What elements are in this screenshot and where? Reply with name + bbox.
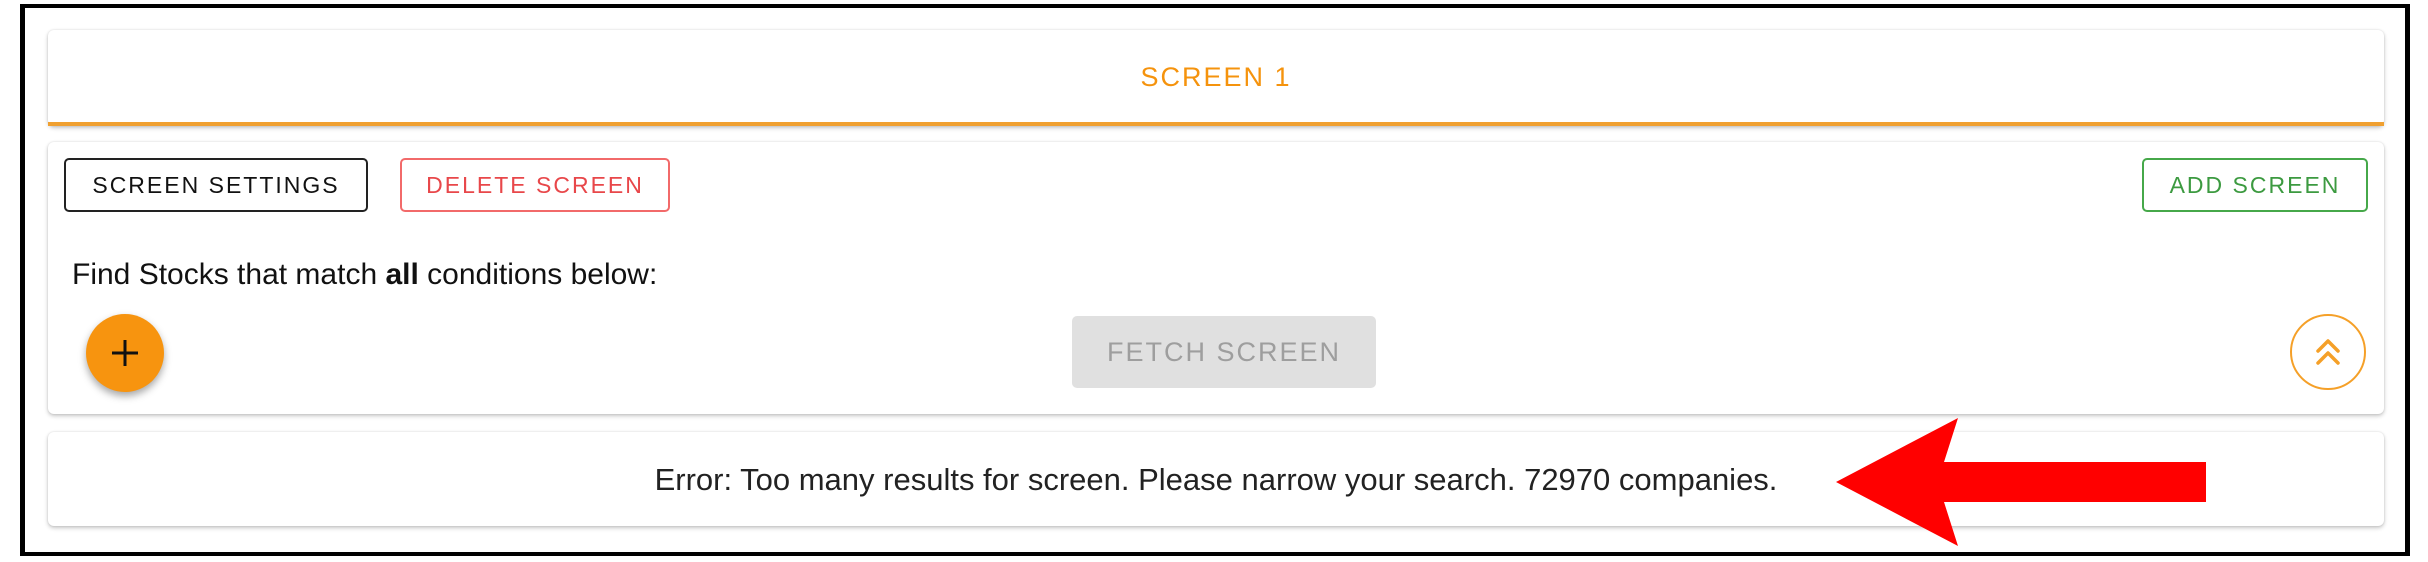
tab-active-indicator — [48, 122, 2384, 126]
add-condition-button[interactable] — [86, 314, 164, 392]
screen-tab-bar: SCREEN 1 — [48, 30, 2384, 126]
plus-icon — [112, 340, 138, 366]
delete-screen-button[interactable]: DELETE SCREEN — [400, 158, 670, 212]
conditions-emphasis: all — [385, 258, 419, 291]
red-arrow-left-icon — [1836, 418, 2206, 546]
tab-screen-1[interactable]: SCREEN 1 — [48, 62, 2384, 93]
screen-settings-button[interactable]: SCREEN SETTINGS — [64, 158, 368, 212]
conditions-prefix: Find Stocks that match — [72, 258, 386, 291]
add-screen-button[interactable]: ADD SCREEN — [2142, 158, 2368, 212]
conditions-instruction: Find Stocks that match all conditions be… — [72, 258, 657, 292]
screen-panel: SCREEN SETTINGS DELETE SCREEN ADD SCREEN… — [48, 142, 2384, 414]
fetch-screen-button[interactable]: FETCH SCREEN — [1072, 316, 1376, 388]
conditions-suffix: conditions below: — [418, 258, 658, 291]
collapse-button[interactable] — [2290, 314, 2366, 390]
double-chevron-up-icon — [2316, 339, 2340, 365]
